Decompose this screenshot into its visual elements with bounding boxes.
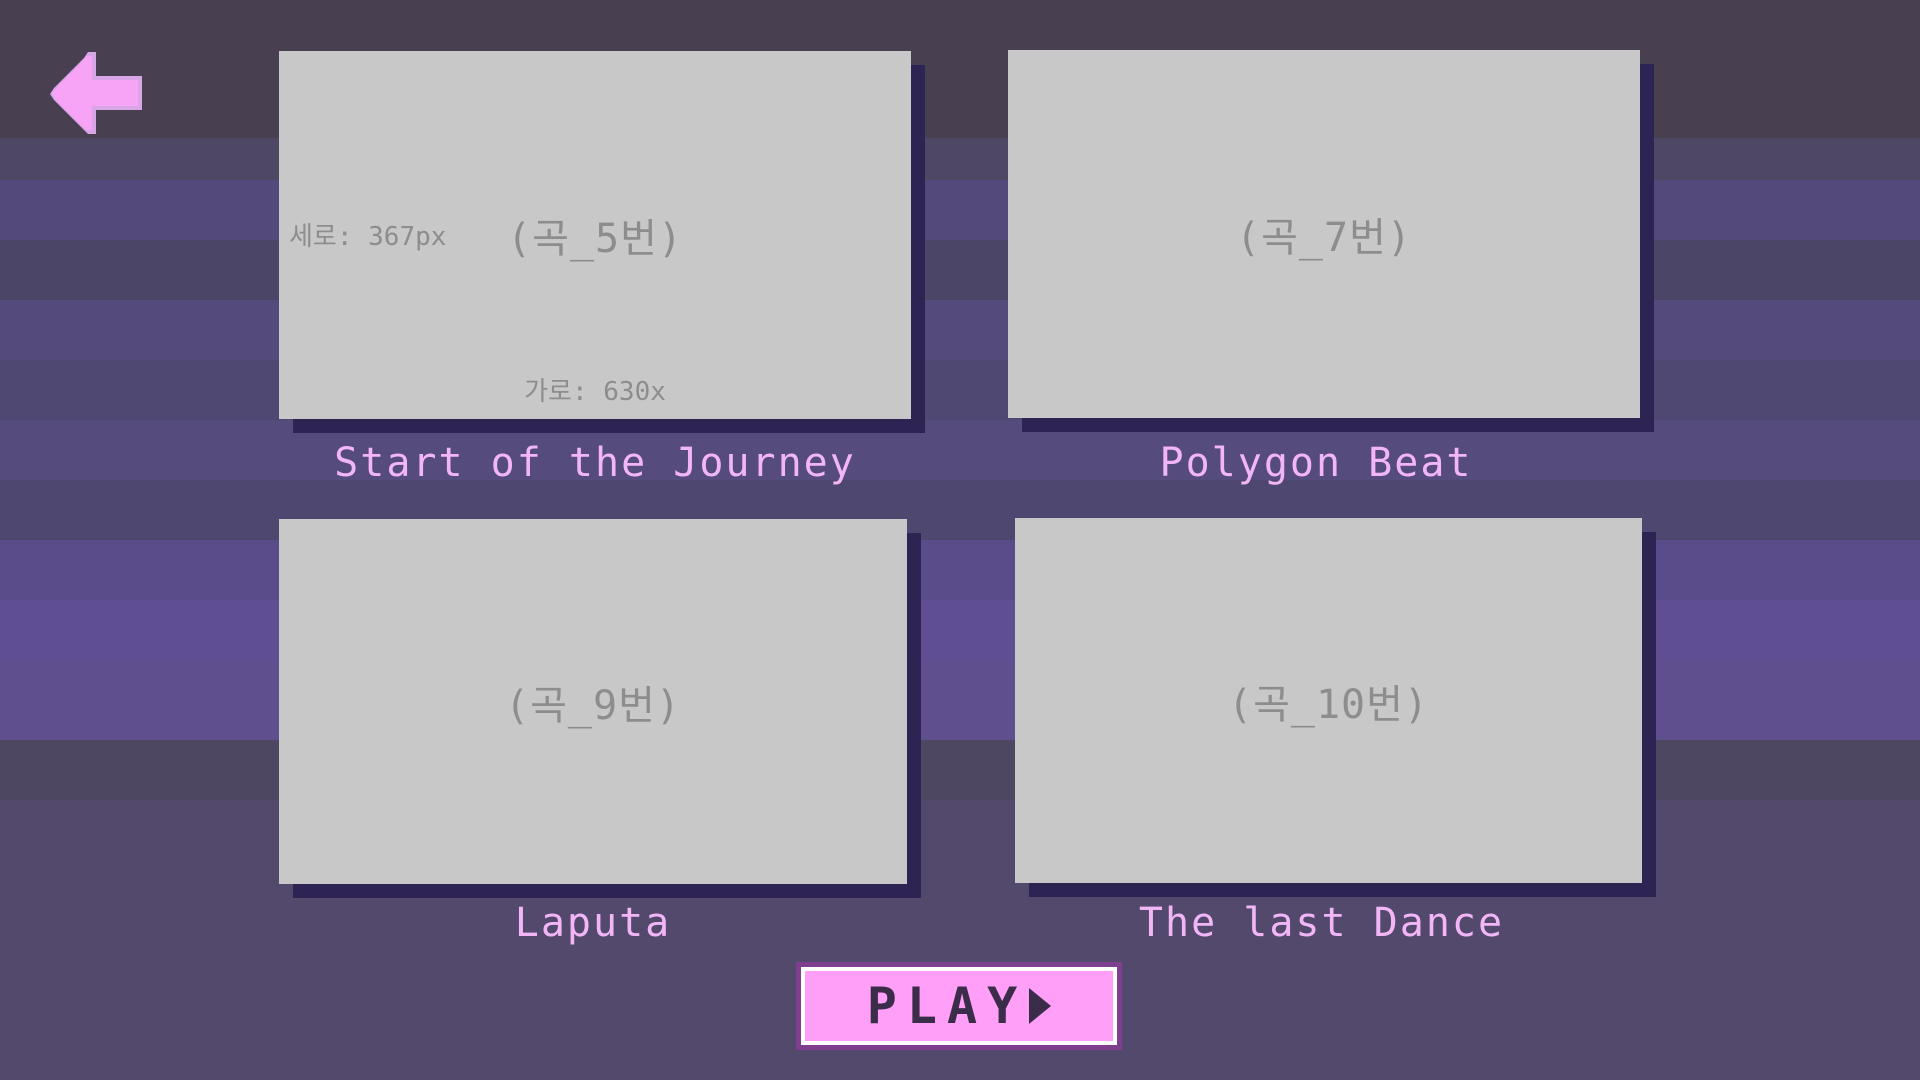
cover-placeholder-label: (곡_9번) [505,682,681,729]
song-card-1[interactable]: (곡_5번) 세로: 367px 가로: 630x [279,51,925,433]
song-cover-placeholder: (곡_7번) [1008,50,1640,418]
song-cover-placeholder: (곡_10번) [1015,518,1642,883]
song-title-3: Laputa [514,900,672,946]
arrow-left-icon [50,52,142,134]
song-card-2[interactable]: (곡_7번) [1008,50,1654,432]
song-card-4[interactable]: (곡_10번) [1015,518,1656,897]
song-cover-placeholder: (곡_5번) 세로: 367px 가로: 630x [279,51,911,419]
cover-placeholder-label: (곡_10번) [1227,681,1429,728]
back-button[interactable] [44,50,148,138]
song-title-2: Polygon Beat [1159,440,1473,486]
song-title-1: Start of the Journey [334,440,856,486]
cover-placeholder-label: (곡_7번) [1236,215,1412,261]
play-button-label: PLAY [866,977,1028,1035]
width-note: 가로: 630x [524,377,666,407]
song-cover-placeholder: (곡_9번) [279,519,907,884]
height-note: 세로: 367px [289,222,447,252]
song-card-3[interactable]: (곡_9번) [279,519,921,898]
play-triangle-icon [1029,988,1052,1024]
song-title-4: The last Dance [1138,900,1505,946]
play-button[interactable]: PLAY [796,962,1122,1050]
